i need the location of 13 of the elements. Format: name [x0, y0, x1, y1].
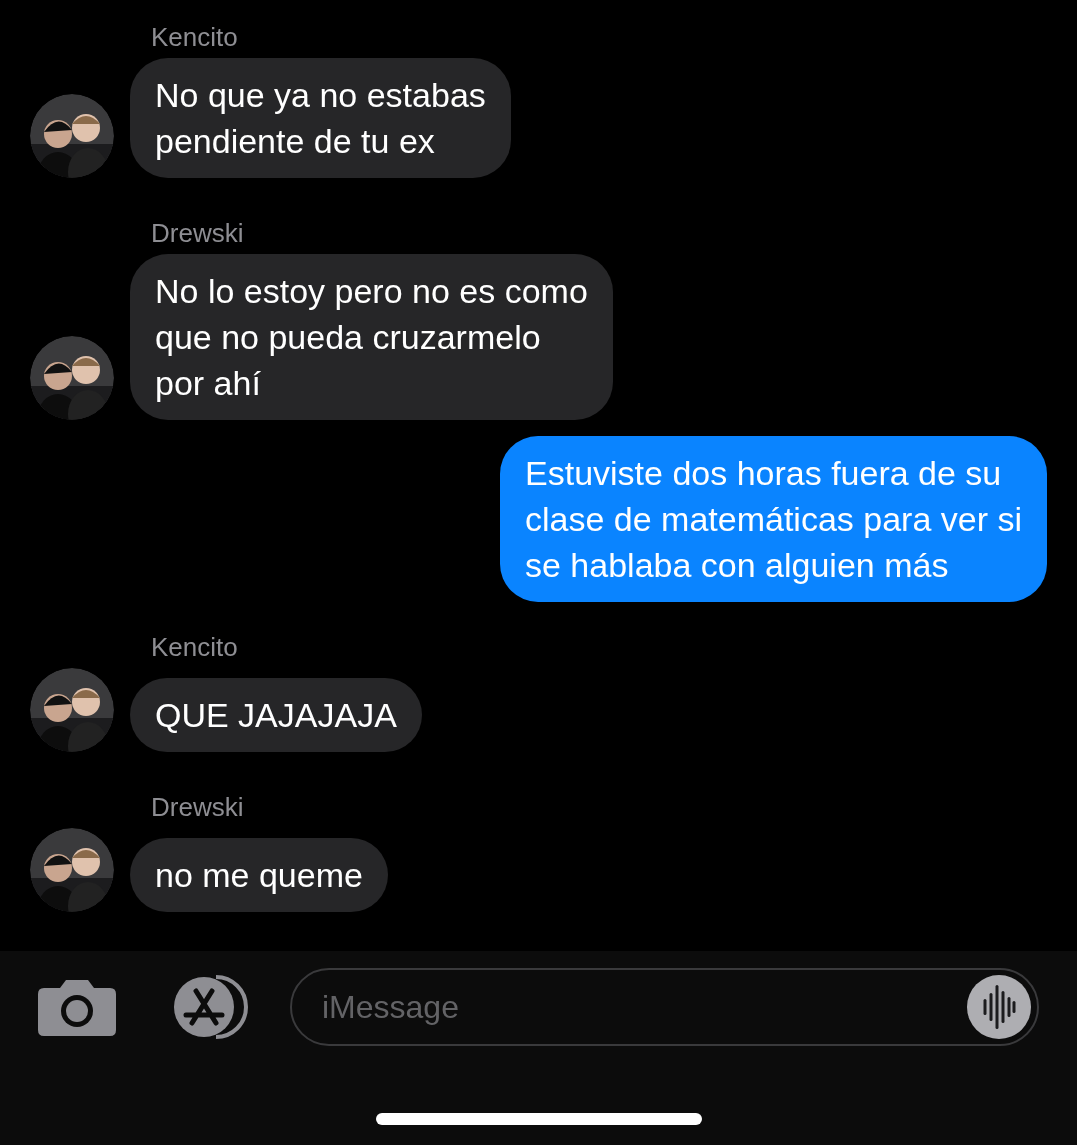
message-field[interactable]: iMessage — [290, 968, 1039, 1046]
received-message-bubble: No lo estoy pero no es como que no pueda cruzarmelo por ahí — [130, 254, 613, 420]
sender-name: Drewski — [151, 217, 245, 250]
received-message-bubble: No que ya no estabas pendiente de tu ex — [130, 58, 511, 178]
camera-icon[interactable] — [38, 978, 116, 1036]
sender-name: Drewski — [151, 791, 245, 824]
sent-message-bubble: Estuviste dos horas fuera de su clase de matemáticas para ver si se hablaba con alguien más — [500, 436, 1047, 602]
audio-waveform-icon[interactable] — [967, 975, 1031, 1039]
sender-name: Kencito — [151, 21, 239, 54]
sender-name: Kencito — [151, 631, 239, 664]
received-message-bubble: QUE JAJAJAJA — [130, 678, 422, 752]
received-message-bubble: no me queme — [130, 838, 388, 912]
message-input-field[interactable]: iMessage — [322, 983, 967, 1031]
